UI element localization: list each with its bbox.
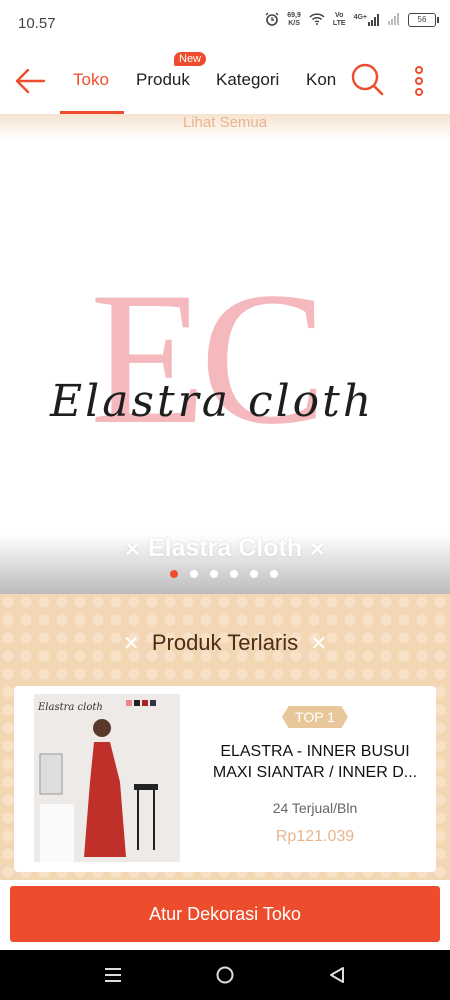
status-icons: 69,9 K/S Vo LTE 4G+ 56 bbox=[265, 12, 439, 28]
carousel-dot[interactable] bbox=[250, 570, 258, 578]
product-image: Elastra cloth bbox=[34, 694, 180, 862]
product-price: Rp121.039 bbox=[275, 828, 355, 845]
carousel-indicator bbox=[170, 570, 278, 578]
sparkle-icon: ✕ bbox=[309, 539, 326, 561]
tab-toko[interactable]: Toko bbox=[73, 70, 109, 90]
lihat-semua-link[interactable]: Lihat Semua bbox=[0, 114, 450, 140]
product-card[interactable]: Elastra cloth TOP 1 ELASTRA - INNER BUSU… bbox=[14, 686, 436, 872]
section-title: ✕ Produk Terlaris ✕ bbox=[122, 630, 328, 655]
back-triangle-icon[interactable] bbox=[328, 966, 346, 989]
more-options-icon[interactable] bbox=[412, 66, 426, 96]
best-seller-section: ✕ Produk Terlaris ✕ Elastra cloth TOP 1 … bbox=[0, 594, 450, 880]
carousel-dot[interactable] bbox=[270, 570, 278, 578]
sparkle-icon: ✕ bbox=[310, 633, 328, 655]
sparkle-icon: ✕ bbox=[124, 539, 141, 561]
product-sold-count: 24 Terjual/Bln bbox=[272, 800, 358, 816]
wifi-icon bbox=[309, 13, 325, 27]
brand-script-logo: Elastra cloth bbox=[50, 376, 375, 427]
carousel-dot[interactable] bbox=[210, 570, 218, 578]
signal-label: 4G+ bbox=[353, 14, 367, 21]
search-icon[interactable] bbox=[350, 62, 384, 96]
system-nav-bar bbox=[0, 950, 450, 1000]
home-icon[interactable] bbox=[216, 966, 234, 989]
store-name: Elastra Cloth bbox=[147, 534, 303, 562]
back-arrow-icon[interactable] bbox=[14, 66, 46, 96]
battery-icon: 56 bbox=[408, 13, 439, 27]
shop-nav-bar: Toko Produk New Kategori Kon bbox=[0, 48, 450, 114]
carousel-dot[interactable] bbox=[230, 570, 238, 578]
rank-badge: TOP 1 bbox=[282, 706, 348, 728]
store-name-caption: ✕ Elastra Cloth ✕ bbox=[0, 534, 450, 563]
volte-indicator: Vo LTE bbox=[332, 12, 346, 27]
tab-produk[interactable]: Produk bbox=[136, 70, 190, 90]
tab-kategori[interactable]: Kategori bbox=[216, 70, 279, 90]
recents-menu-icon[interactable] bbox=[104, 966, 122, 989]
signal-weak-icon bbox=[388, 13, 400, 27]
bottom-action-area: Atur Dekorasi Toko bbox=[0, 880, 450, 950]
alarm-icon bbox=[265, 12, 279, 28]
new-badge: New bbox=[174, 52, 207, 66]
status-time: 10.57 bbox=[18, 15, 56, 32]
status-bar: 10.57 69,9 K/S Vo LTE 4G+ 56 bbox=[0, 0, 450, 48]
product-name: ELASTRA - INNER BUSUI MAXI SIANTAR / INN… bbox=[212, 743, 418, 781]
sparkle-icon: ✕ bbox=[122, 633, 140, 655]
carousel-dot[interactable] bbox=[170, 570, 178, 578]
atur-dekorasi-button[interactable]: Atur Dekorasi Toko bbox=[10, 886, 440, 942]
product-image-brand: Elastra cloth bbox=[38, 702, 103, 713]
signal-icon: 4G+ bbox=[354, 14, 380, 26]
store-banner[interactable]: Lihat Semua E C Elastra cloth ✕ Elastra … bbox=[0, 114, 450, 594]
tab-kon[interactable]: Kon bbox=[306, 70, 336, 90]
net-speed: 69,9 K/S bbox=[287, 12, 301, 27]
carousel-dot[interactable] bbox=[190, 570, 198, 578]
